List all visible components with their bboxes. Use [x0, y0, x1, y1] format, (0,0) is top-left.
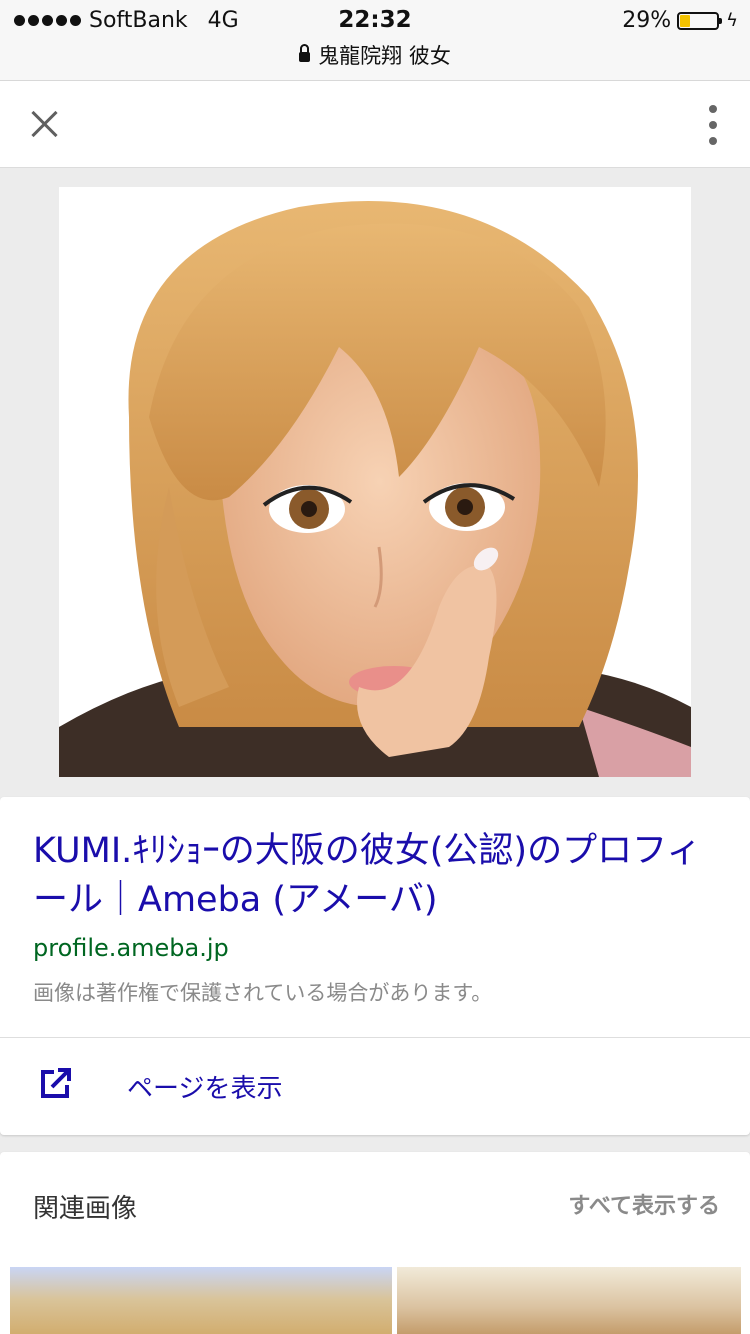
result-card: KUMI.ｷﾘｼｮｰの大阪の彼女(公認)のプロフィール｜Ameba (アメーバ)… — [0, 797, 750, 1135]
viewer-toolbar — [0, 81, 750, 168]
result-domain: profile.ameba.jp — [33, 934, 229, 962]
more-vertical-icon[interactable] — [706, 105, 720, 145]
copyright-note: 画像は著作権で保護されている場合があります。 — [33, 981, 493, 1005]
lock-icon — [299, 44, 311, 62]
visit-page-label: ページを表示 — [127, 1074, 283, 1104]
show-all-link[interactable]: すべて表示する — [568, 1188, 720, 1220]
status-bar: SoftBank 4G 22:32 29% ϟ 鬼龍院翔 彼女 — [0, 0, 750, 81]
visit-page-button[interactable]: ページを表示 — [0, 1038, 750, 1134]
related-image-thumbnail[interactable] — [10, 1267, 392, 1334]
address-text: 鬼龍院翔 彼女 — [318, 44, 451, 68]
related-images-card: 関連画像 すべて表示する — [0, 1152, 750, 1334]
preview-image[interactable] — [59, 187, 691, 777]
battery-icon — [677, 11, 723, 30]
portrait-illustration — [59, 187, 691, 777]
open-in-new-icon — [41, 1068, 71, 1098]
close-icon[interactable] — [24, 104, 64, 144]
battery-percent: 29% — [622, 8, 672, 33]
charging-icon: ϟ — [726, 10, 738, 31]
battery-status: 29% ϟ — [622, 8, 738, 33]
result-title-link[interactable]: KUMI.ｷﾘｼｮｰの大阪の彼女(公認)のプロフィール｜Ameba (アメーバ) — [33, 827, 723, 925]
related-image-thumbnail[interactable] — [397, 1267, 741, 1334]
related-images-heading: 関連画像 — [33, 1194, 138, 1224]
address-bar[interactable]: 鬼龍院翔 彼女 — [0, 40, 750, 70]
